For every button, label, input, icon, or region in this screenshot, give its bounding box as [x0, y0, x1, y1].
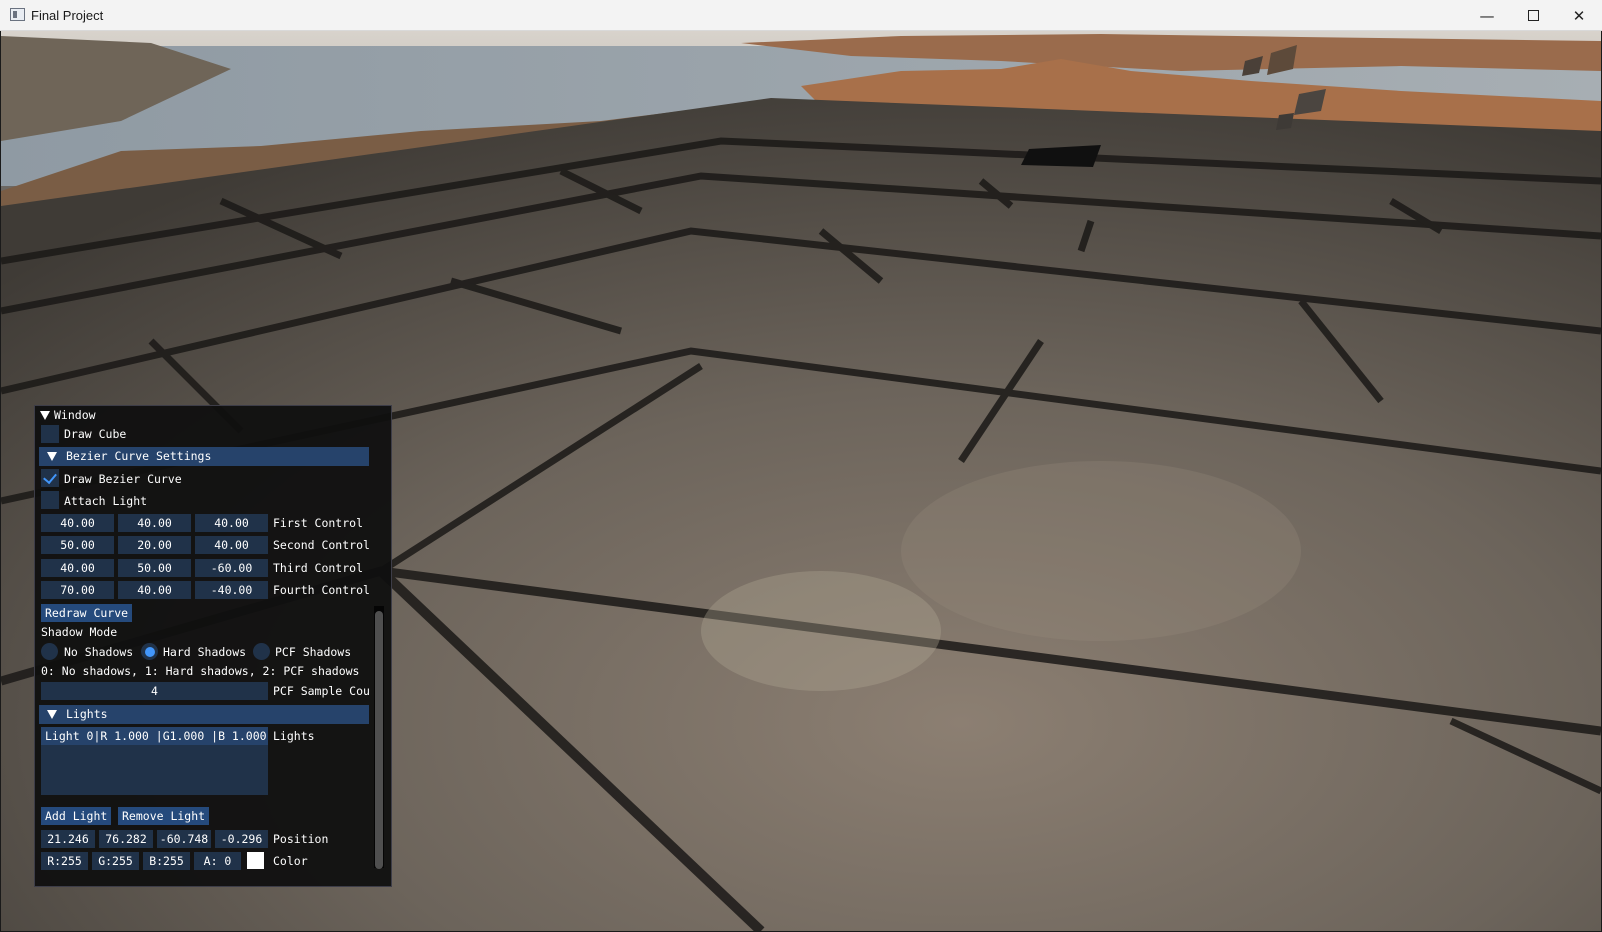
pcf-shadows-radio[interactable] [253, 643, 270, 660]
shadow-help-text: 0: No shadows, 1: Hard shadows, 2: PCF s… [41, 664, 360, 678]
minimize-icon: — [1479, 6, 1495, 25]
expand-triangle-icon [47, 452, 57, 461]
second-control-z[interactable]: 40.00 [195, 536, 268, 554]
add-light-button[interactable]: Add Light [41, 807, 112, 825]
list-item[interactable]: Light 0|R 1.000 |G1.000 |B 1.000 [41, 727, 268, 745]
second-control-label: Second Control [273, 538, 370, 552]
lights-listbox[interactable]: Light 0|R 1.000 |G1.000 |B 1.000 [41, 727, 268, 795]
hard-shadows-radio[interactable] [141, 643, 158, 660]
bezier-settings-header[interactable]: Bezier Curve Settings [39, 447, 369, 466]
imgui-window[interactable]: Window Draw Cube Bezier Curve Settings D… [34, 405, 392, 887]
imgui-scrollbar-grab[interactable] [375, 611, 383, 869]
window-title: Final Project [31, 8, 104, 23]
first-control-z[interactable]: 40.00 [195, 514, 268, 532]
imgui-title: Window [54, 408, 96, 422]
maximize-icon [1527, 10, 1539, 21]
draw-bezier-label: Draw Bezier Curve [64, 472, 182, 486]
lights-list-label: Lights [273, 729, 315, 743]
draw-bezier-checkbox[interactable] [41, 469, 59, 487]
second-control-x[interactable]: 50.00 [41, 536, 114, 554]
shadow-mode-label: Shadow Mode [41, 625, 118, 639]
light-position-w[interactable]: -0.296 [215, 830, 268, 848]
light-color-label: Color [273, 854, 308, 868]
no-shadows-label: No Shadows [64, 645, 134, 659]
second-control-y[interactable]: 20.00 [118, 536, 191, 554]
fourth-control-x[interactable]: 70.00 [41, 581, 114, 599]
attach-light-label: Attach Light [64, 494, 148, 508]
fourth-control-y[interactable]: 40.00 [118, 581, 191, 599]
third-control-x[interactable]: 40.00 [41, 559, 114, 577]
hard-shadows-label: Hard Shadows [163, 645, 247, 659]
light-color-a[interactable]: A: 0 [194, 852, 241, 870]
draw-cube-label: Draw Cube [64, 427, 127, 441]
expand-triangle-icon [47, 710, 57, 719]
app-icon [10, 8, 25, 21]
light-position-y[interactable]: 76.282 [99, 830, 153, 848]
title-bar: Final Project — ✕ [0, 0, 1602, 31]
minimize-button[interactable]: — [1464, 0, 1510, 31]
third-control-label: Third Control [273, 561, 364, 575]
lights-header[interactable]: Lights [39, 705, 369, 724]
fourth-control-label: Fourth Control [273, 583, 370, 597]
first-control-y[interactable]: 40.00 [118, 514, 191, 532]
remove-light-button[interactable]: Remove Light [118, 807, 210, 825]
first-control-x[interactable]: 40.00 [41, 514, 114, 532]
fourth-control-z[interactable]: -40.00 [195, 581, 268, 599]
light-color-swatch[interactable] [247, 852, 264, 869]
attach-light-checkbox[interactable] [41, 491, 59, 509]
light-color-g[interactable]: G:255 [92, 852, 139, 870]
light-position-z[interactable]: -60.748 [157, 830, 211, 848]
third-control-y[interactable]: 50.00 [118, 559, 191, 577]
pcf-sample-count-input[interactable]: 4 [41, 682, 268, 700]
light-position-label: Position [273, 832, 329, 846]
light-color-b[interactable]: B:255 [143, 852, 190, 870]
close-icon: ✕ [1572, 6, 1586, 25]
pcf-shadows-label: PCF Shadows [275, 645, 352, 659]
no-shadows-radio[interactable] [41, 643, 58, 660]
light-color-r[interactable]: R:255 [41, 852, 88, 870]
lights-header-title: Lights [66, 707, 108, 721]
imgui-title-bar[interactable]: Window [35, 406, 391, 425]
redraw-curve-button[interactable]: Redraw Curve [41, 604, 133, 622]
maximize-button[interactable] [1510, 0, 1556, 31]
third-control-z[interactable]: -60.00 [195, 559, 268, 577]
bezier-settings-title: Bezier Curve Settings [66, 449, 212, 463]
draw-cube-checkbox[interactable] [41, 425, 59, 443]
light-position-x[interactable]: 21.246 [41, 830, 95, 848]
close-button[interactable]: ✕ [1556, 0, 1602, 31]
first-control-label: First Control [273, 516, 364, 530]
pcf-sample-count-label: PCF Sample Cou [273, 684, 370, 698]
collapse-triangle-icon[interactable] [40, 411, 50, 420]
